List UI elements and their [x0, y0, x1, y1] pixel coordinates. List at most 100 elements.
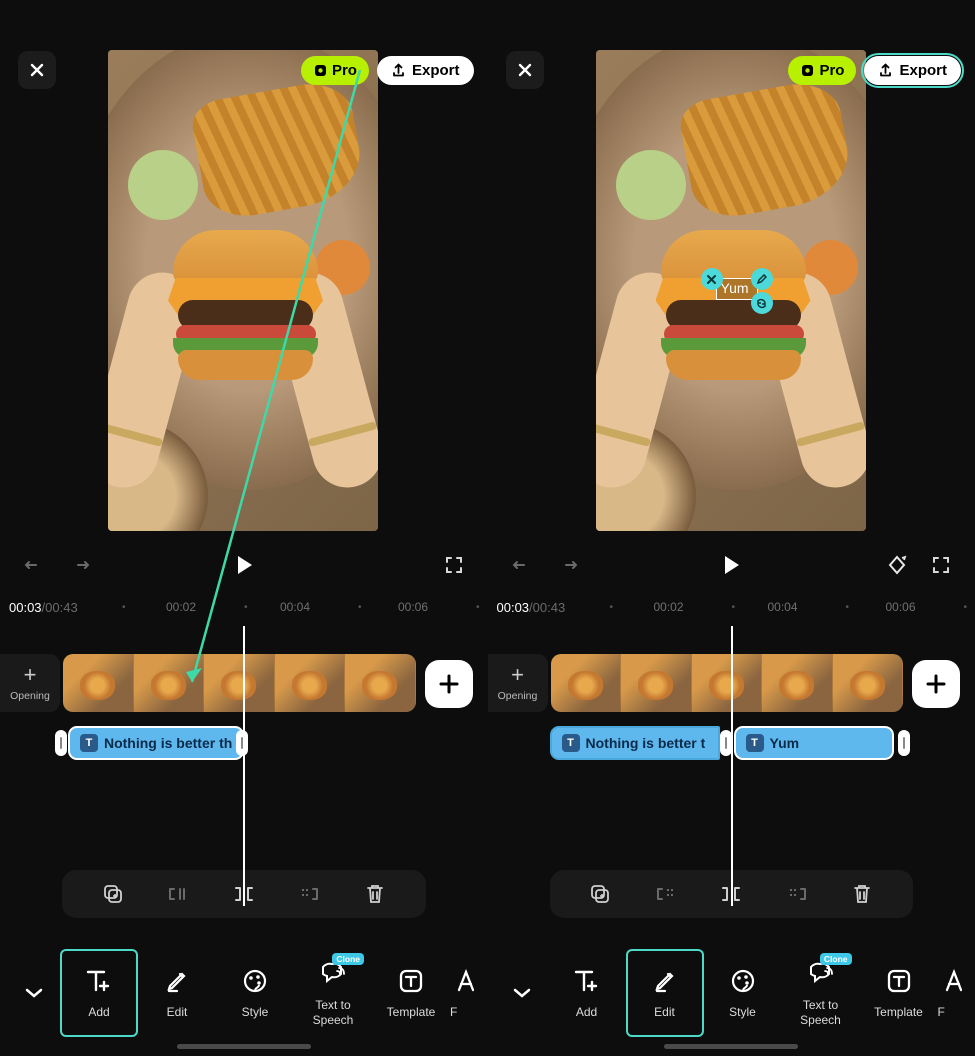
export-button[interactable]: Export	[377, 56, 474, 85]
tool-partial[interactable]: F	[938, 949, 968, 1037]
play-button[interactable]	[715, 549, 747, 581]
text-clip-1[interactable]: T Nothing is better t	[550, 726, 720, 760]
text-clip-label: Nothing is better t	[586, 735, 706, 751]
split-right-button[interactable]	[780, 877, 814, 911]
collapse-button[interactable]	[496, 967, 548, 1019]
redo-icon	[557, 554, 579, 576]
tool-text-to-speech[interactable]: Clone Text to Speech	[782, 949, 860, 1037]
text-overlay-box[interactable]: Yum	[716, 278, 758, 300]
export-icon	[878, 63, 893, 78]
tool-template[interactable]: Template	[860, 949, 938, 1037]
playhead[interactable]	[731, 626, 733, 906]
opening-button[interactable]: + Opening	[0, 654, 60, 712]
fullscreen-icon	[931, 555, 951, 575]
delete-button[interactable]	[845, 877, 879, 911]
add-clip-button[interactable]	[425, 660, 473, 708]
opening-label: Opening	[498, 690, 538, 702]
text-clip-handle-right[interactable]	[898, 730, 910, 756]
split-right-icon	[785, 884, 809, 904]
tool-style[interactable]: Style	[704, 949, 782, 1037]
close-button[interactable]	[506, 51, 544, 89]
tool-style[interactable]: Style	[216, 949, 294, 1037]
duplicate-button[interactable]	[583, 877, 617, 911]
keyframe-icon	[886, 554, 908, 576]
trash-icon	[365, 883, 385, 905]
video-preview[interactable]	[108, 50, 378, 531]
undo-button[interactable]	[18, 549, 50, 581]
fullscreen-button[interactable]	[438, 549, 470, 581]
tool-add-text[interactable]: Add	[548, 949, 626, 1037]
duplicate-button[interactable]	[96, 877, 130, 911]
export-icon	[391, 63, 406, 78]
split-right-icon	[297, 884, 321, 904]
play-icon	[234, 554, 254, 576]
video-preview[interactable]: Yum	[596, 50, 866, 531]
split-left-icon	[166, 884, 190, 904]
pencil-icon	[653, 969, 677, 993]
partial-icon	[456, 968, 474, 994]
undo-icon	[511, 554, 533, 576]
template-icon	[886, 968, 912, 994]
play-button[interactable]	[228, 549, 260, 581]
pro-icon	[800, 63, 815, 78]
video-clip-track[interactable]	[63, 654, 416, 712]
pencil-icon	[165, 969, 189, 993]
fullscreen-button[interactable]	[925, 549, 957, 581]
split-right-button[interactable]	[292, 877, 326, 911]
plus-icon: +	[511, 664, 524, 686]
timeline-ruler[interactable]: • 00:02 • 00:04 • 00:06 •	[488, 598, 975, 618]
timeline-ruler[interactable]: • 00:02 • 00:04 • 00:06 •	[0, 598, 488, 618]
tool-add-text[interactable]: Add	[60, 949, 138, 1037]
split-left-button[interactable]	[649, 877, 683, 911]
export-label: Export	[412, 62, 460, 79]
pro-badge[interactable]: Pro	[788, 56, 856, 85]
delete-button[interactable]	[358, 877, 392, 911]
text-overlay-resize[interactable]	[751, 292, 773, 314]
add-text-icon	[573, 968, 601, 994]
playhead[interactable]	[243, 626, 245, 906]
keyframe-button[interactable]	[881, 549, 913, 581]
pro-badge[interactable]: Pro	[301, 56, 369, 85]
split-left-button[interactable]	[161, 877, 195, 911]
add-clip-button[interactable]	[912, 660, 960, 708]
tool-partial[interactable]: F	[450, 949, 480, 1037]
redo-button[interactable]	[64, 549, 96, 581]
home-indicator	[177, 1044, 311, 1049]
text-overlay-delete[interactable]	[701, 268, 723, 290]
right-pane: Pro Export Yum 00:03/00	[488, 0, 975, 1056]
text-clip-label: Nothing is better th	[104, 735, 232, 751]
partial-icon	[944, 968, 962, 994]
text-clip-2[interactable]: T Yum	[734, 726, 894, 760]
text-overlay-value: Yum	[721, 280, 749, 296]
text-tools-bar: Add Edit Style Clone Text to Speech Temp…	[0, 946, 488, 1040]
text-clip-handle-left[interactable]	[55, 730, 67, 756]
undo-button[interactable]	[506, 549, 538, 581]
text-clip-label: Yum	[770, 735, 800, 751]
text-overlay-edit[interactable]	[751, 268, 773, 290]
redo-button[interactable]	[552, 549, 584, 581]
add-text-icon	[85, 968, 113, 994]
text-clip-1[interactable]: T Nothing is better th	[68, 726, 244, 760]
tool-edit-text[interactable]: Edit	[626, 949, 704, 1037]
pro-icon	[313, 63, 328, 78]
duplicate-icon	[102, 883, 124, 905]
export-button[interactable]: Export	[864, 56, 961, 85]
timeline[interactable]: + Opening T Nothing is better th	[0, 648, 488, 908]
close-button[interactable]	[18, 51, 56, 89]
opening-button[interactable]: + Opening	[488, 654, 548, 712]
video-clip-track[interactable]	[551, 654, 904, 712]
pro-label: Pro	[819, 62, 844, 79]
tool-template[interactable]: Template	[372, 949, 450, 1037]
close-icon	[29, 62, 45, 78]
pro-label: Pro	[332, 62, 357, 79]
text-clip-handle-right[interactable]	[236, 730, 248, 756]
timeline[interactable]: + Opening T Nothing is better t T Yum	[488, 648, 975, 908]
text-tools-bar: Add Edit Style Clone Text to Speech Temp…	[488, 946, 975, 1040]
tool-text-to-speech[interactable]: Clone Text to Speech	[294, 949, 372, 1037]
chevron-down-icon	[512, 987, 532, 999]
palette-icon	[730, 968, 756, 994]
export-label: Export	[899, 62, 947, 79]
trash-icon	[852, 883, 872, 905]
collapse-button[interactable]	[8, 967, 60, 1019]
tool-edit-text[interactable]: Edit	[138, 949, 216, 1037]
